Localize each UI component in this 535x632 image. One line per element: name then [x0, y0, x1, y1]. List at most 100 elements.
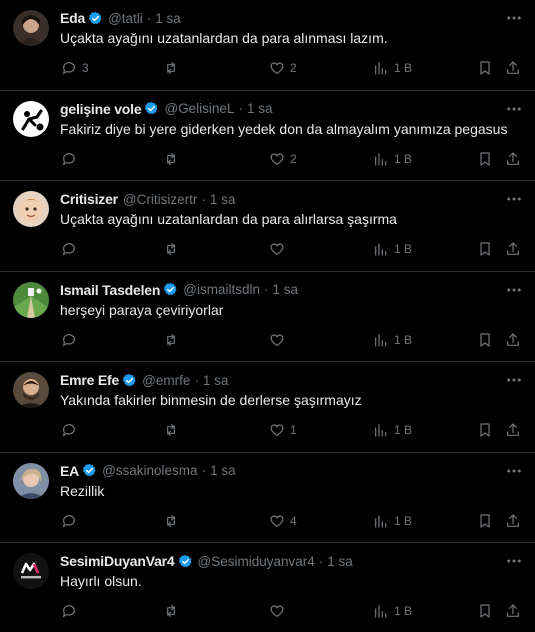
more-dots-icon[interactable] — [505, 371, 523, 389]
retweet-button[interactable] — [163, 511, 184, 531]
timestamp[interactable]: 1 sa — [203, 373, 229, 388]
tweet[interactable]: SesimiDuyanVar4 @Sesimiduyanvar4 · 1 sa … — [0, 543, 535, 632]
views-button[interactable]: 1 B — [373, 330, 412, 350]
display-name[interactable]: Critisizer — [60, 191, 118, 207]
like-button[interactable] — [269, 601, 290, 621]
view-count: 1 B — [394, 423, 413, 437]
tweet[interactable]: EA @ssakinolesma · 1 sa Rezillik 4 1 B — [0, 453, 535, 543]
reply-button[interactable] — [61, 601, 82, 621]
tweet-feed: Eda @tatli · 1 sa Uçakta ayağını uzatanl… — [0, 0, 535, 632]
timestamp[interactable]: 1 sa — [155, 11, 181, 26]
user-handle[interactable]: @Critisizertr — [123, 192, 197, 207]
tweet[interactable]: gelişine vole @GelisineL · 1 sa Fakiriz … — [0, 91, 535, 181]
view-count: 1 B — [394, 151, 413, 166]
tweet[interactable]: Critisizer @Critisizertr · 1 sa Uçakta a… — [0, 181, 535, 272]
reply-button[interactable] — [61, 330, 82, 350]
avatar[interactable] — [13, 553, 49, 589]
avatar[interactable] — [13, 372, 49, 408]
tweet[interactable]: Eda @tatli · 1 sa Uçakta ayağını uzatanl… — [0, 0, 535, 91]
more-dots-icon[interactable] — [505, 552, 523, 570]
views-button[interactable]: 1 B — [373, 149, 412, 169]
timestamp[interactable]: 1 sa — [210, 192, 236, 207]
tweet[interactable]: Ismail Tasdelen @ismailtsdln · 1 sa herş… — [0, 272, 535, 362]
reply-button[interactable] — [61, 149, 82, 169]
reply-button[interactable] — [61, 239, 82, 259]
retweet-button[interactable] — [163, 58, 184, 78]
display-name[interactable]: Ismail Tasdelen — [60, 282, 160, 298]
avatar[interactable] — [13, 281, 49, 318]
views-button[interactable]: 1 B — [373, 420, 412, 440]
share-button[interactable] — [505, 58, 521, 78]
like-button[interactable]: 2 — [269, 58, 297, 78]
bookmark-button[interactable] — [477, 330, 493, 350]
user-handle[interactable]: @tatli — [108, 11, 143, 26]
reply-button[interactable] — [61, 420, 82, 440]
bar-chart-icon — [375, 514, 387, 528]
view-count: 1 B — [394, 604, 413, 618]
tweet[interactable]: Emre Efe @emrfe · 1 sa Yakında fakirler … — [0, 362, 535, 453]
bookmark-icon — [480, 423, 490, 437]
more-dots-icon[interactable] — [505, 462, 523, 480]
avatar[interactable] — [13, 100, 49, 137]
share-button[interactable] — [505, 511, 521, 531]
share-button[interactable] — [505, 601, 521, 621]
views-button[interactable]: 1 B — [373, 58, 412, 78]
like-button[interactable]: 1 — [269, 420, 297, 440]
avatar[interactable] — [13, 462, 49, 499]
bookmark-button[interactable] — [477, 511, 493, 531]
reply-button[interactable] — [61, 511, 82, 531]
user-handle[interactable]: @GelisineL — [164, 101, 234, 116]
views-button[interactable]: 1 B — [373, 601, 412, 621]
more-dots-icon[interactable] — [505, 100, 523, 118]
display-name[interactable]: EA — [60, 463, 79, 479]
timestamp[interactable]: 1 sa — [247, 101, 273, 116]
views-button[interactable]: 1 B — [373, 511, 412, 531]
timestamp[interactable]: 1 sa — [210, 463, 236, 478]
like-count: 2 — [290, 151, 297, 166]
reply-count: 3 — [82, 61, 89, 75]
more-dots-icon[interactable] — [505, 281, 523, 299]
like-button[interactable] — [269, 330, 290, 350]
bookmark-button[interactable] — [477, 239, 493, 259]
more-dots-icon[interactable] — [505, 190, 523, 208]
bookmark-button[interactable] — [477, 58, 493, 78]
retweet-button[interactable] — [163, 149, 184, 169]
user-handle[interactable]: @ismailtsdln — [183, 282, 260, 297]
share-button[interactable] — [505, 149, 521, 169]
retweet-button[interactable] — [163, 330, 184, 350]
user-handle[interactable]: @Sesimiduyanvar4 — [198, 554, 315, 569]
retweet-button[interactable] — [163, 601, 184, 621]
like-button[interactable]: 4 — [269, 511, 297, 531]
bookmark-button[interactable] — [477, 420, 493, 440]
reply-button[interactable]: 3 — [61, 58, 89, 78]
display-name[interactable]: SesimiDuyanVar4 — [60, 553, 175, 569]
share-button[interactable] — [505, 420, 521, 440]
display-name[interactable]: Emre Efe — [60, 372, 119, 388]
views-button[interactable]: 1 B — [373, 239, 412, 259]
share-upload-icon — [507, 332, 519, 346]
user-handle[interactable]: @ssakinolesma — [102, 463, 198, 478]
verified-badge-icon — [164, 282, 177, 296]
separator-dot: · — [146, 10, 152, 26]
avatar[interactable] — [13, 10, 49, 46]
user-handle[interactable]: @emrfe — [142, 373, 190, 388]
display-name[interactable]: Eda — [60, 10, 85, 26]
tweet-text: Rezillik — [60, 482, 105, 499]
tweet-header: Critisizer @Critisizertr · 1 sa — [60, 190, 499, 208]
retweet-button[interactable] — [163, 239, 184, 259]
like-button[interactable]: 2 — [269, 149, 297, 169]
like-button[interactable] — [269, 239, 290, 259]
timestamp[interactable]: 1 sa — [327, 554, 353, 569]
share-button[interactable] — [505, 239, 521, 259]
bookmark-button[interactable] — [477, 149, 493, 169]
retweet-icon — [167, 605, 175, 617]
bookmark-button[interactable] — [477, 601, 493, 621]
more-dots-icon[interactable] — [505, 9, 523, 27]
retweet-button[interactable] — [163, 420, 184, 440]
avatar[interactable] — [13, 191, 49, 227]
display-name[interactable]: gelişine vole — [60, 101, 142, 117]
like-count: 1 — [290, 423, 297, 437]
timestamp[interactable]: 1 sa — [272, 282, 298, 297]
like-count: 2 — [290, 61, 297, 75]
share-button[interactable] — [505, 330, 521, 350]
